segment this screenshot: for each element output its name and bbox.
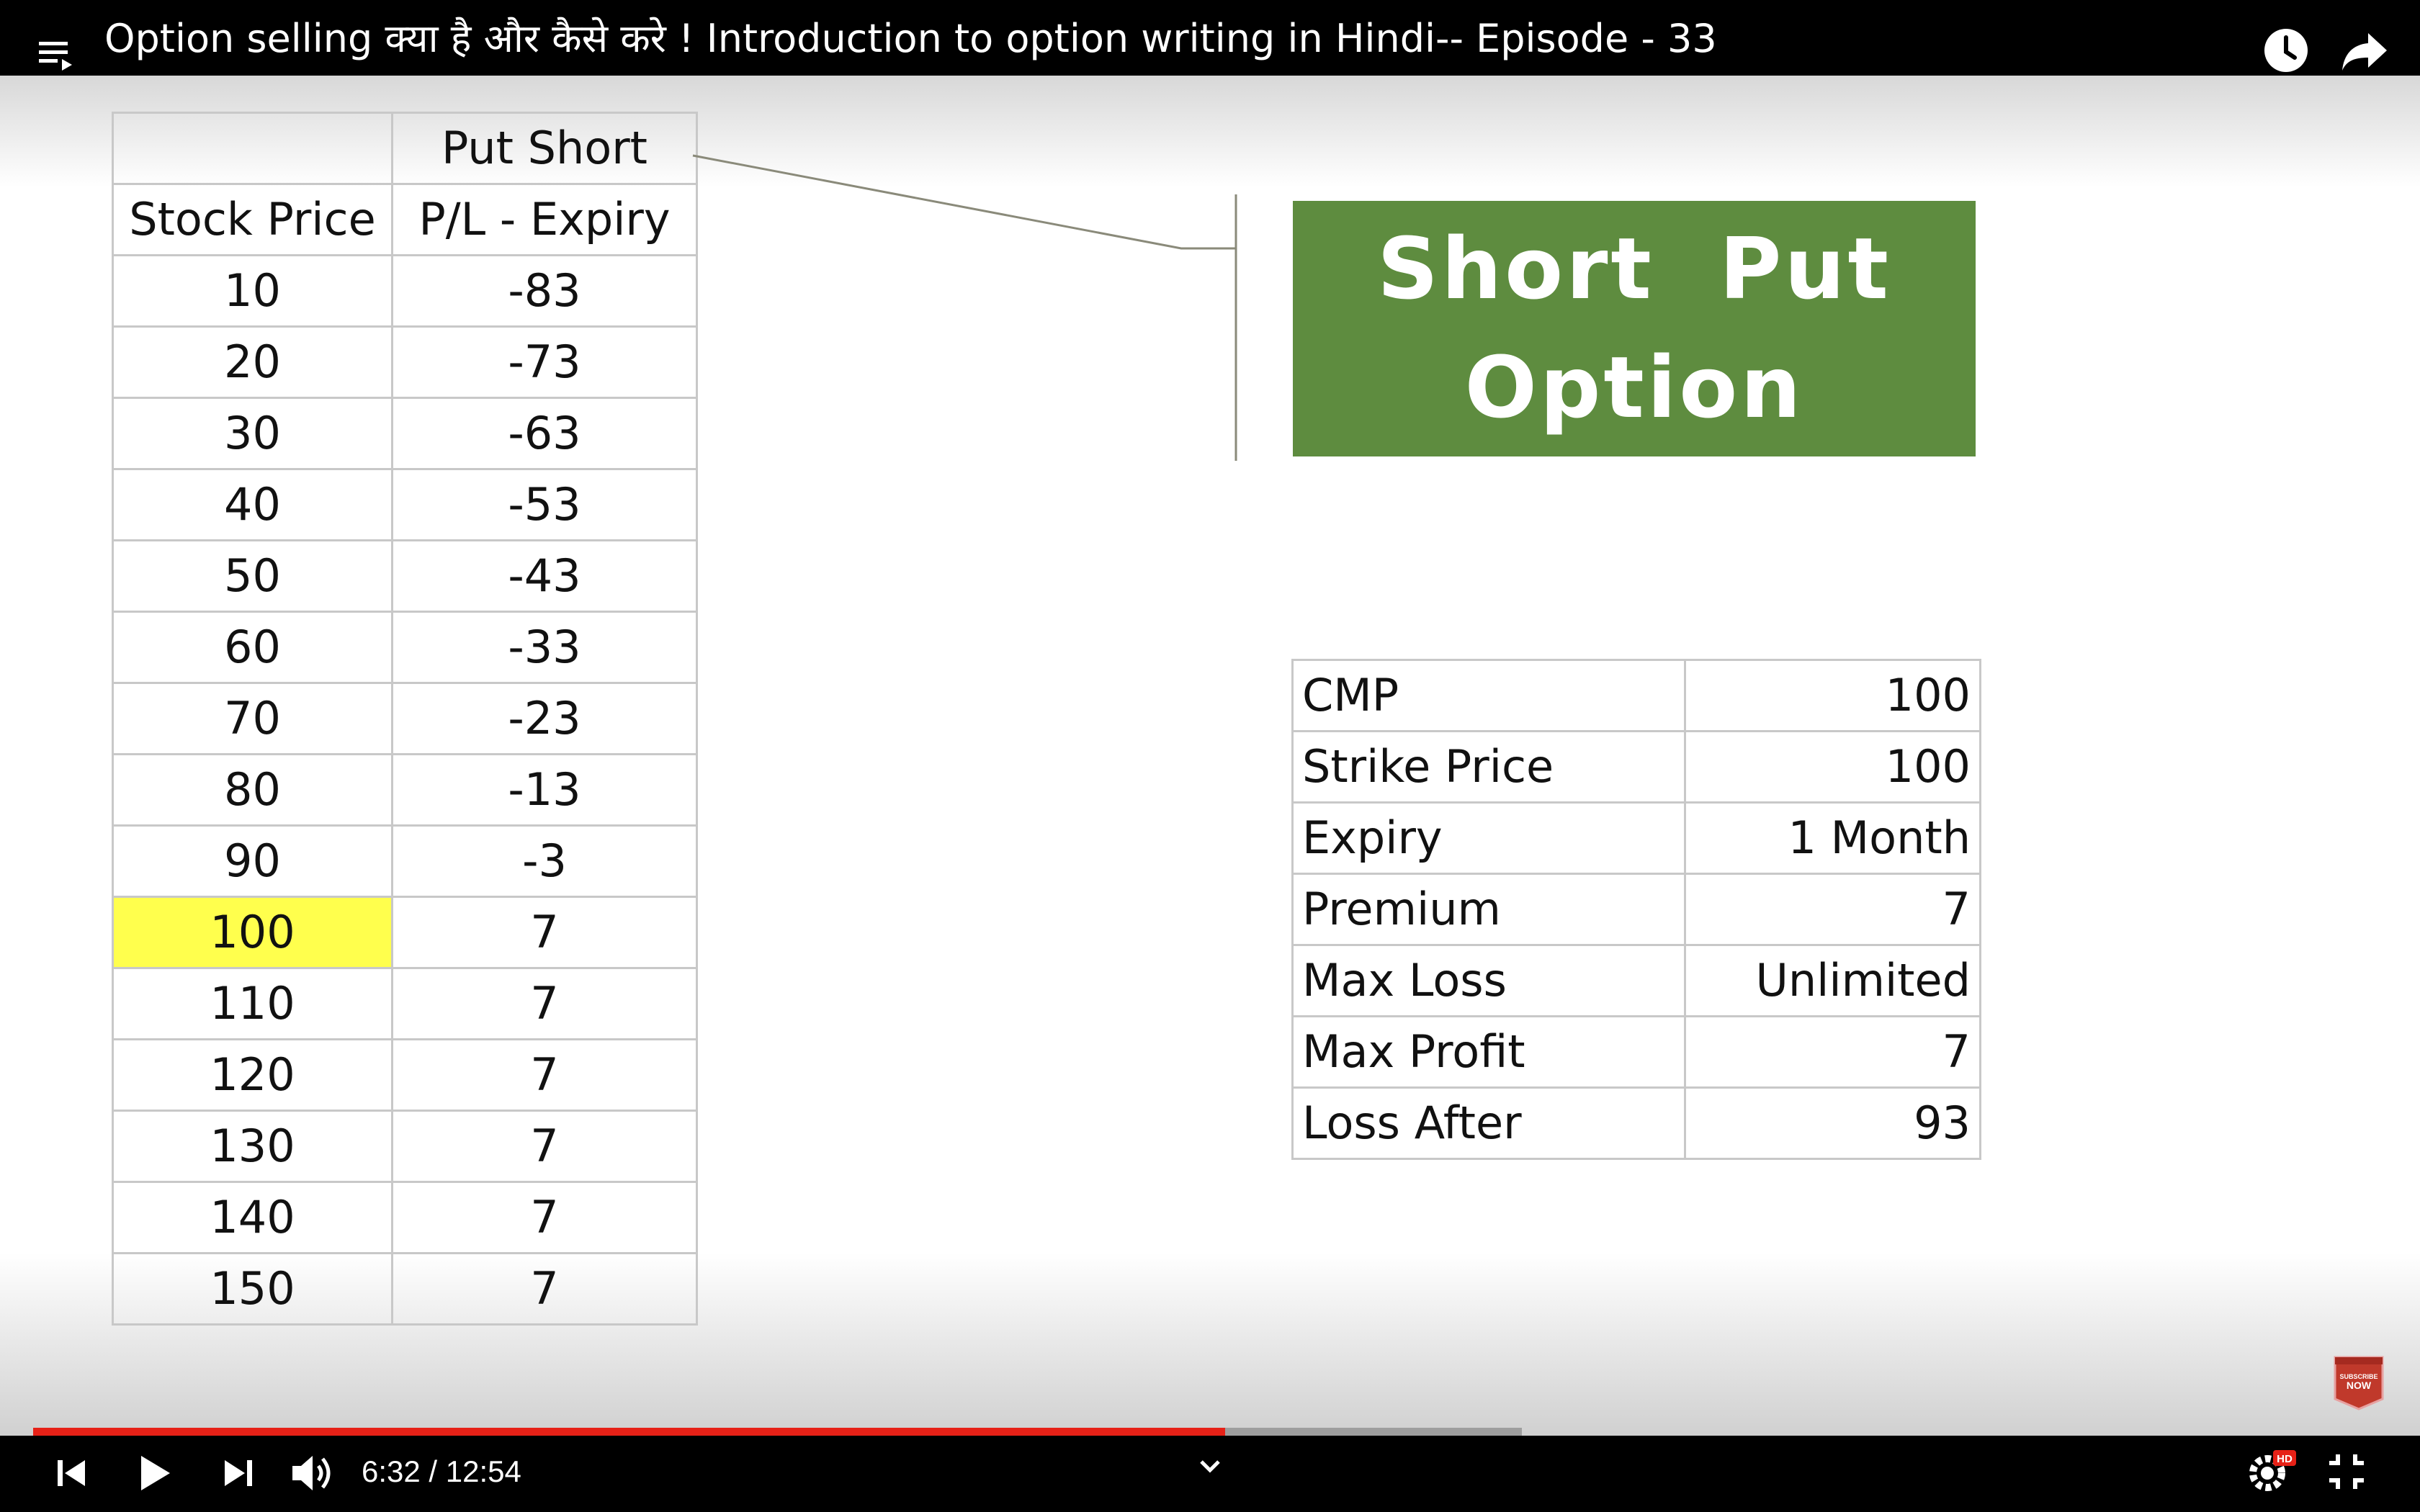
- table-cell: 60: [112, 611, 393, 684]
- table-cell: 90: [112, 824, 393, 898]
- table-row: 110 7: [112, 967, 698, 1040]
- table-cell: 30: [112, 397, 393, 470]
- table-cell: 10: [112, 254, 393, 328]
- table-row: 150 7: [112, 1252, 698, 1326]
- share-icon[interactable]: [2341, 32, 2388, 72]
- table-header-row: Stock Price P/L - Expiry: [112, 183, 698, 256]
- table-row: 30 -63: [112, 397, 698, 470]
- table-row: 20 -73: [112, 325, 698, 399]
- summary-value: 1 Month: [1684, 801, 1981, 875]
- table-cell: 110: [112, 967, 393, 1040]
- table-cell: 7: [391, 1038, 698, 1112]
- title-line-2: Option: [1464, 338, 1804, 437]
- table-cell: 140: [112, 1181, 393, 1254]
- table-header-row: Put Short: [112, 112, 698, 185]
- table-row: CMP 100: [1291, 659, 1981, 732]
- playlist-icon[interactable]: [39, 39, 76, 72]
- table-cell: -83: [391, 254, 698, 328]
- summary-label: Premium: [1291, 873, 1686, 946]
- watch-later-icon[interactable]: [2263, 27, 2309, 73]
- volume-icon[interactable]: [291, 1453, 337, 1493]
- table-row: 40 -53: [112, 468, 698, 541]
- table-cell: 120: [112, 1038, 393, 1112]
- summary-value: 100: [1684, 659, 1981, 732]
- table-cell: -53: [391, 468, 698, 541]
- table-header-cell: P/L - Expiry: [391, 183, 698, 256]
- table-row-highlighted: 100 7: [112, 896, 698, 969]
- table-row: 90 -3: [112, 824, 698, 898]
- exit-fullscreen-icon[interactable]: [2328, 1453, 2365, 1490]
- table-row: 140 7: [112, 1181, 698, 1254]
- table-row: 80 -13: [112, 753, 698, 827]
- table-row: 10 -83: [112, 254, 698, 328]
- table-row: 60 -33: [112, 611, 698, 684]
- highlighted-cell: 100: [112, 896, 393, 969]
- table-cell: 7: [391, 896, 698, 969]
- summary-value: 93: [1684, 1086, 1981, 1160]
- previous-icon[interactable]: [56, 1457, 88, 1489]
- table-cell: 20: [112, 325, 393, 399]
- title-line-1: Short Put: [1377, 219, 1891, 318]
- table-cell: 40: [112, 468, 393, 541]
- summary-value: 7: [1684, 873, 1981, 946]
- summary-value: 100: [1684, 730, 1981, 804]
- table-cell: -63: [391, 397, 698, 470]
- table-cell: 7: [391, 1110, 698, 1183]
- table-header-cell: [112, 112, 393, 185]
- table-header-cell: Put Short: [391, 112, 698, 185]
- short-put-option-title: Short Put Option: [1293, 201, 1976, 456]
- table-row: Loss After 93: [1291, 1086, 1981, 1160]
- chevron-down-icon[interactable]: [1198, 1459, 1222, 1475]
- table-cell: -73: [391, 325, 698, 399]
- table-cell: -43: [391, 539, 698, 613]
- table-row: Max Profit 7: [1291, 1015, 1981, 1089]
- put-short-pl-table: Put Short Stock Price P/L - Expiry 10 -83…: [112, 112, 698, 1326]
- settings-icon[interactable]: HD: [2246, 1449, 2298, 1493]
- summary-label: Max Profit: [1291, 1015, 1686, 1089]
- next-icon[interactable]: [222, 1457, 254, 1489]
- short-put-summary-table: CMP 100 Strike Price 100 Expiry 1 Month Pre…: [1291, 659, 1981, 1160]
- hd-badge: HD: [2277, 1453, 2293, 1465]
- summary-label: Strike Price: [1291, 730, 1686, 804]
- table-cell: 130: [112, 1110, 393, 1183]
- table-cell: 70: [112, 682, 393, 755]
- video-title[interactable]: Option selling क्या है और कैसे करे ! Int…: [104, 17, 1717, 60]
- table-cell: -13: [391, 753, 698, 827]
- table-header-cell: Stock Price: [112, 183, 393, 256]
- table-cell: 80: [112, 753, 393, 827]
- summary-label: Loss After: [1291, 1086, 1686, 1160]
- table-row: Premium 7: [1291, 873, 1981, 946]
- table-cell: 150: [112, 1252, 393, 1326]
- summary-label: CMP: [1291, 659, 1686, 732]
- play-icon[interactable]: [137, 1453, 173, 1493]
- table-cell: -33: [391, 611, 698, 684]
- table-cell: 50: [112, 539, 393, 613]
- table-row: Expiry 1 Month: [1291, 801, 1981, 875]
- svg-text:NOW: NOW: [2347, 1380, 2372, 1391]
- progress-played[interactable]: [33, 1428, 1225, 1436]
- table-row: 120 7: [112, 1038, 698, 1112]
- subscribe-now-badge[interactable]: SUBSCRIBE NOW: [2331, 1354, 2387, 1412]
- table-row: Max Loss Unlimited: [1291, 944, 1981, 1017]
- table-row: 50 -43: [112, 539, 698, 613]
- summary-label: Expiry: [1291, 801, 1686, 875]
- table-row: 70 -23: [112, 682, 698, 755]
- table-cell: 7: [391, 967, 698, 1040]
- summary-label: Max Loss: [1291, 944, 1686, 1017]
- connector-line: [692, 154, 1237, 461]
- summary-value: Unlimited: [1684, 944, 1981, 1017]
- table-row: Strike Price 100: [1291, 730, 1981, 804]
- table-row: 130 7: [112, 1110, 698, 1183]
- table-cell: 7: [391, 1181, 698, 1254]
- time-display: 6:32 / 12:54: [362, 1454, 521, 1488]
- table-cell: -3: [391, 824, 698, 898]
- summary-value: 7: [1684, 1015, 1981, 1089]
- table-cell: 7: [391, 1252, 698, 1326]
- table-cell: -23: [391, 682, 698, 755]
